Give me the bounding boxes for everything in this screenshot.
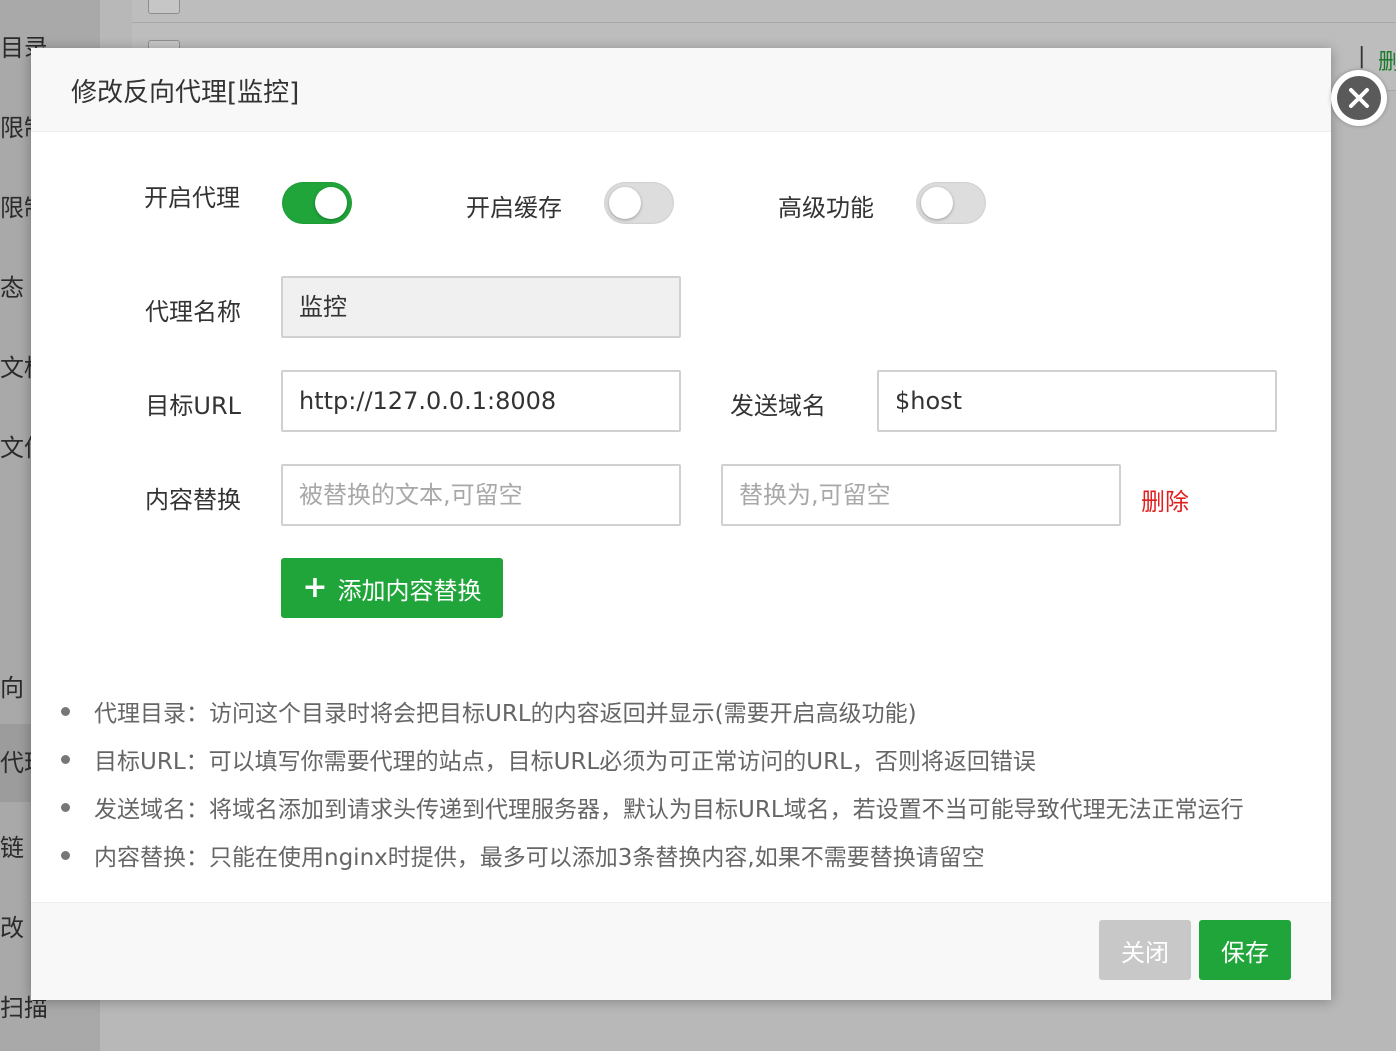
enable-proxy-label: 开启代理 [144, 184, 240, 212]
add-content-replace-button[interactable]: + 添加内容替换 [281, 558, 503, 618]
replace-to-input[interactable]: 替换为,可留空 [721, 464, 1121, 526]
tip-item: 内容替换：只能在使用nginx时提供，最多可以添加3条替换内容,如果不需要替换请… [61, 838, 1321, 886]
toggle-knob [921, 187, 953, 219]
bullet-icon [61, 707, 70, 716]
background-row-divider [132, 22, 1396, 23]
plus-icon: + [302, 570, 328, 605]
dialog-close-button[interactable] [1331, 70, 1387, 126]
advanced-features-toggle[interactable] [916, 182, 986, 224]
bullet-icon [61, 755, 70, 764]
target-url-label: 目标URL [145, 392, 241, 420]
dialog-title: 修改反向代理[监控] [71, 78, 300, 108]
tip-item: 目标URL：可以填写你需要代理的站点，目标URL必须为可正常访问的URL，否则将… [61, 742, 1321, 790]
target-url-input[interactable]: http://127.0.0.1:8008 [281, 370, 681, 432]
bullet-icon [61, 803, 70, 812]
advanced-features-label: 高级功能 [778, 194, 874, 222]
close-icon [1337, 76, 1381, 120]
send-domain-input[interactable]: $host [877, 370, 1277, 432]
enable-cache-toggle[interactable] [604, 182, 674, 224]
save-button[interactable]: 保存 [1199, 920, 1291, 980]
toggle-knob [315, 187, 347, 219]
bullet-icon [61, 851, 70, 860]
enable-proxy-toggle[interactable] [282, 182, 352, 224]
toggle-knob [609, 187, 641, 219]
replace-from-input[interactable]: 被替换的文本,可留空 [281, 464, 681, 526]
send-domain-label: 发送域名 [730, 392, 826, 420]
content-replace-label: 内容替换 [145, 486, 241, 514]
background-separator: | [1358, 44, 1366, 69]
delete-replace-link[interactable]: 删除 [1141, 482, 1189, 517]
proxy-name-input: 监控 [281, 276, 681, 338]
background-checkbox [148, 0, 180, 14]
tip-item: 发送域名：将域名添加到请求头传递到代理服务器，默认为目标URL域名，若设置不当可… [61, 790, 1321, 838]
enable-cache-label: 开启缓存 [466, 194, 562, 222]
background-delete-link: 删 [1378, 50, 1396, 75]
proxy-name-label: 代理名称 [145, 298, 241, 326]
dialog-footer: 关闭 保存 [31, 902, 1331, 1000]
edit-reverse-proxy-dialog: 修改反向代理[监控] 开启代理 开启缓存 高级功能 代理名称 监控 目标URL … [31, 48, 1387, 1000]
add-content-replace-label: 添加内容替换 [337, 576, 482, 605]
tip-item: 代理目录：访问这个目录时将会把目标URL的内容返回并显示(需要开启高级功能) [61, 694, 1321, 742]
help-tips: 代理目录：访问这个目录时将会把目标URL的内容返回并显示(需要开启高级功能) 目… [61, 694, 1321, 886]
dialog-header: 修改反向代理[监控] [31, 48, 1331, 132]
close-button[interactable]: 关闭 [1099, 920, 1191, 980]
